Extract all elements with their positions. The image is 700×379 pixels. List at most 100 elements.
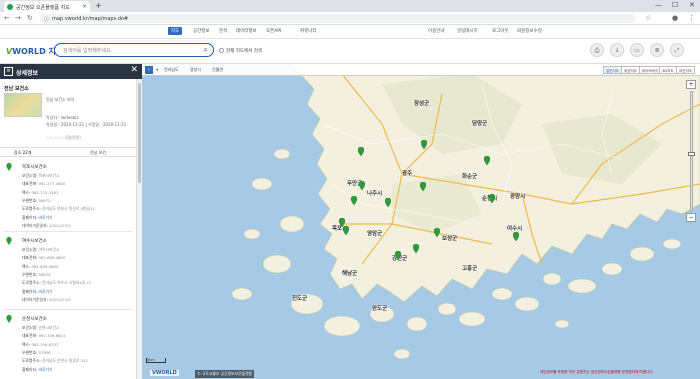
util-alerts[interactable]: 알림메시지 xyxy=(457,28,478,34)
nav-data-info[interactable]: 데이터정보 xyxy=(236,28,257,34)
print-icon[interactable]: ⎙ xyxy=(590,43,604,57)
nav-spatial-info[interactable]: 공간정보 xyxy=(193,28,210,34)
map-marker-icon[interactable] xyxy=(513,232,519,241)
map-base-svg xyxy=(231,64,700,360)
fullscreen-icon[interactable]: ⤢ xyxy=(670,43,684,57)
maptype-satellite[interactable]: 위성지도 xyxy=(621,66,641,74)
download-icon[interactable]: ↓ xyxy=(610,43,624,57)
search-current-map-checkbox[interactable]: 현재 지도에서 검색 xyxy=(219,48,262,54)
tab-places[interactable]: 장소 22개 xyxy=(14,150,31,156)
minimize-button[interactable]: — xyxy=(655,1,662,9)
item-rating[interactable]: ☆☆☆☆☆ 0점(0명) xyxy=(46,135,81,141)
map-canvas[interactable]: 장성군 담양군 광주 화순군 나주시 영암군 목포시 무안군 강진군 보성군 순… xyxy=(142,64,700,379)
util-logout[interactable]: 로그아웃 xyxy=(492,28,509,34)
map-marker-icon[interactable] xyxy=(484,156,490,165)
close-window-button[interactable]: ✕ xyxy=(689,1,695,9)
map-marker-icon[interactable] xyxy=(343,226,349,235)
new-tab-button[interactable]: + xyxy=(95,1,102,10)
zoom-slider-handle[interactable] xyxy=(687,152,695,156)
homepage-link[interactable]: 바로가기 xyxy=(38,215,52,220)
attribute-key: 홈페이지: xyxy=(22,288,38,294)
item-description: 전남 보건소 위치 xyxy=(46,97,75,102)
map-marker-icon[interactable] xyxy=(489,194,495,203)
zoom-out-button[interactable]: − xyxy=(686,213,696,222)
breadcrumb-province[interactable]: 전라남도 xyxy=(164,67,179,73)
nav-open-api[interactable]: 오픈API xyxy=(266,28,281,34)
place-name[interactable]: 여수시보건소 xyxy=(22,238,47,244)
attribute-value: 58672 xyxy=(38,197,51,203)
util-guide[interactable]: 이용안내 xyxy=(428,28,445,34)
map-marker-icon[interactable] xyxy=(351,196,357,205)
menu-icon[interactable]: ⋮ xyxy=(688,14,695,22)
place-attribute: 도로명주소: 전라남도 순천시 중앙로 232 xyxy=(22,358,88,364)
homepage-link[interactable]: 바로가기 xyxy=(38,367,52,372)
attribute-value: 순천시보건소 xyxy=(38,325,60,330)
radio-icon xyxy=(219,48,224,53)
attribute-key: 데이터기준일자: xyxy=(22,222,48,228)
place-attribute: 대표전화: 061-749-6614 xyxy=(22,333,65,339)
measure-icon[interactable]: ▭ xyxy=(630,43,644,57)
map-marker-icon[interactable] xyxy=(359,181,365,190)
place-attribute: 우편번호: 58672 xyxy=(22,198,51,204)
place-marker-icon xyxy=(6,237,12,245)
list-divider xyxy=(4,309,132,310)
map-marker-icon[interactable] xyxy=(421,140,427,149)
url-field[interactable]: ⓘ map.vworld.kr/map/maps.do# xyxy=(40,14,636,23)
map-marker-icon[interactable] xyxy=(358,147,364,156)
attribute-value: 전라남도 순천시 중앙로 232 xyxy=(41,358,88,364)
zoom-slider[interactable] xyxy=(687,91,695,211)
breadcrumb-town[interactable]: 진월면 xyxy=(212,67,223,73)
search-icon[interactable]: ⌕ xyxy=(204,45,208,55)
place-name[interactable]: 목포시보건소 xyxy=(22,164,47,170)
breadcrumb-city[interactable]: 광양시 xyxy=(190,67,201,73)
place-attribute: 데이터기준일자: 2020-07-01 xyxy=(22,223,71,229)
maptype-3d[interactable]: 3D지도 xyxy=(659,66,677,74)
list-divider xyxy=(4,231,132,232)
map-marker-icon[interactable] xyxy=(434,228,440,237)
attribute-key: 우편번호: xyxy=(22,197,38,203)
maximize-button[interactable]: ☐ xyxy=(672,1,678,9)
url-text: map.vworld.kr/map/maps.do# xyxy=(52,15,129,22)
tab-close-icon[interactable]: × xyxy=(82,3,87,10)
collapse-panel-icon[interactable]: ‹ xyxy=(145,66,153,74)
item-title: 전남 보건소 xyxy=(4,86,29,92)
util-profile-edit[interactable]: 회원정보수정 xyxy=(517,28,542,34)
attribute-key: 대표전화: xyxy=(22,181,38,187)
map-marker-icon[interactable] xyxy=(395,251,401,260)
bookmark-star-icon[interactable]: ☆ xyxy=(645,14,651,22)
maptype-night[interactable]: 야간지도 xyxy=(676,66,696,74)
map-marker-icon[interactable] xyxy=(385,198,391,207)
map-marker-icon[interactable] xyxy=(420,182,426,191)
attribute-key: 홈페이지: xyxy=(22,366,38,372)
place-attribute: 우편번호: 59674 xyxy=(22,272,51,278)
place-name[interactable]: 순천시보건소 xyxy=(22,316,47,322)
place-attribute: 보건소명: 목포시보건소 xyxy=(22,173,59,179)
close-icon[interactable]: ✕ xyxy=(130,65,138,75)
place-marker-icon xyxy=(6,315,12,323)
zoom-in-button[interactable]: + xyxy=(686,80,696,89)
city-label: 진도군 xyxy=(292,296,308,302)
nav-map[interactable]: 지도 xyxy=(168,27,183,35)
tab-health[interactable]: 전남 보건 xyxy=(90,150,106,156)
maptype-basic[interactable]: 일반지도 xyxy=(603,66,623,74)
place-attribute: 도로명주소: 전라남도 여수시 시청서4길 47 xyxy=(22,280,91,286)
item-author: 작성자 : lwdaebiz xyxy=(46,115,79,120)
attribute-key: 보건소명: xyxy=(22,247,38,252)
scroll-thumb[interactable] xyxy=(138,83,141,183)
search-placeholder: 검색어를 입력해주세요. xyxy=(63,48,113,54)
nav-community[interactable]: 커뮤니티 xyxy=(300,28,317,34)
browser-tab[interactable]: 공간정보 오픈플랫폼 지도 × xyxy=(4,1,90,12)
reload-button[interactable]: ↻ xyxy=(27,14,33,22)
layers-icon[interactable]: ≣ xyxy=(650,43,664,57)
nav-analysis[interactable]: 분석 xyxy=(219,28,227,34)
map-marker-icon[interactable] xyxy=(413,244,419,253)
forward-button[interactable]: → xyxy=(15,14,21,22)
item-thumbnail[interactable] xyxy=(4,93,42,117)
homepage-link[interactable]: 바로가기 xyxy=(38,289,52,294)
profile-icon[interactable]: ● xyxy=(672,14,678,22)
search-input[interactable]: 검색어를 입력해주세요. ⌕ xyxy=(54,43,214,57)
attribute-key: 도로명주소: xyxy=(22,206,41,212)
attribute-value: 061-690-4600 xyxy=(38,255,66,261)
back-button[interactable]: ← xyxy=(4,14,10,22)
attribute-key: 데이터기준일자: xyxy=(22,296,48,302)
